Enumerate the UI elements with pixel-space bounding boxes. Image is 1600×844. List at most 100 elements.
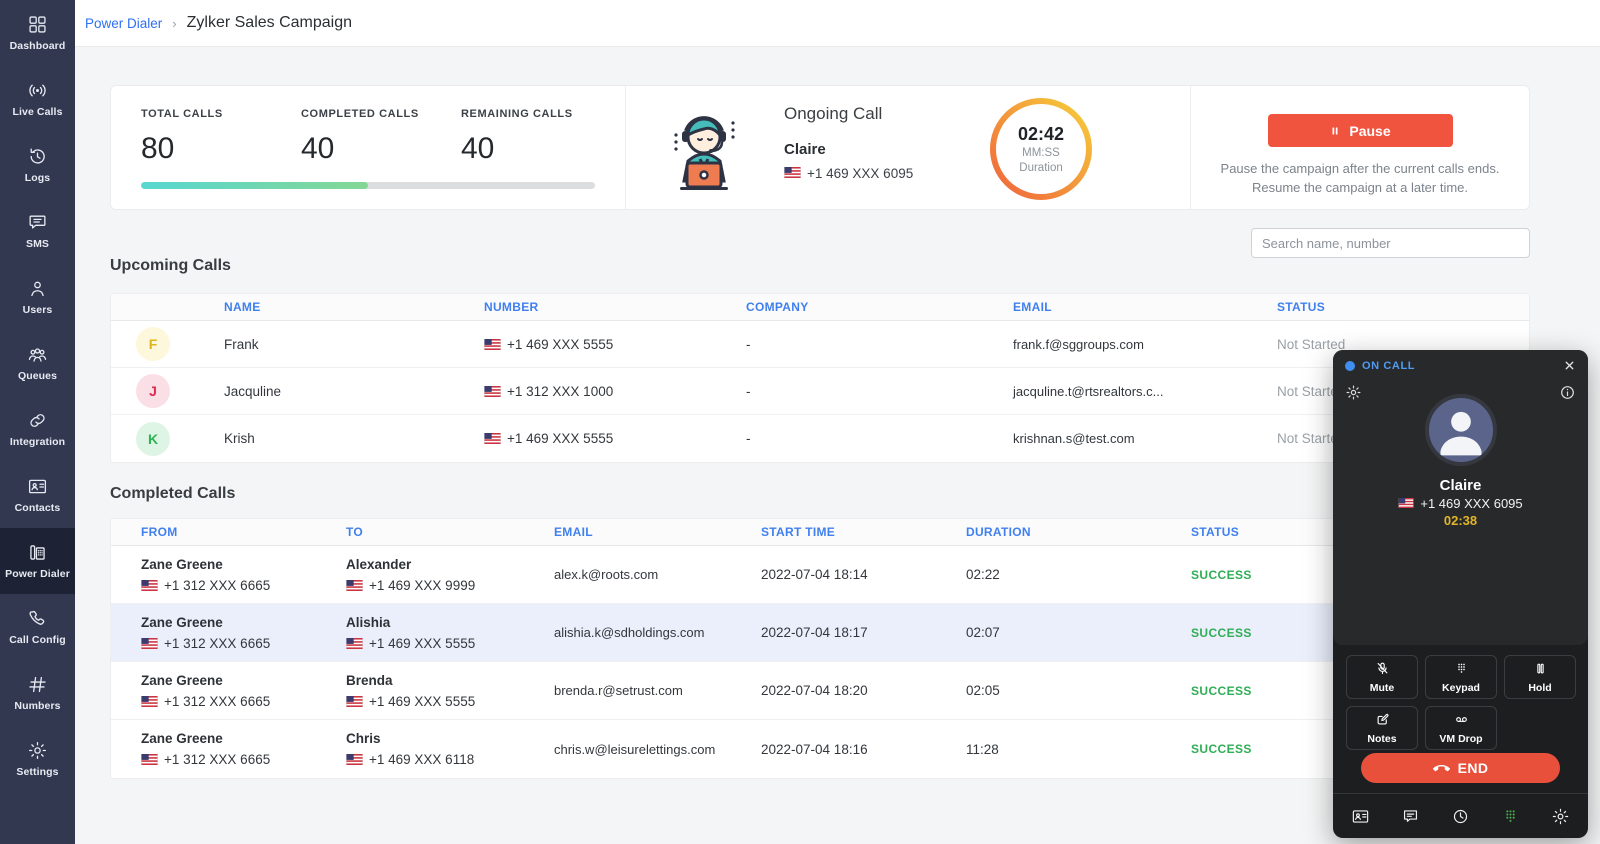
table-row[interactable]: J Jacquline+1 312 XXX 1000-jacquline.t@rt…	[111, 368, 1529, 415]
call-stats-section: TOTAL CALLS 80 COMPLETED CALLS 40 REMAIN…	[111, 86, 626, 209]
contact-company: -	[746, 431, 1013, 446]
table-row[interactable]: FFrank+1 469 XXX 5555-frank.f@sggroups.c…	[111, 321, 1529, 368]
timer-value: 02:42	[1018, 124, 1064, 145]
on-call-status-label: ON CALL	[1362, 360, 1563, 372]
table-row[interactable]: Zane Greene+1 312 XXX 6665Alexander+1 46…	[111, 546, 1529, 604]
table-row[interactable]: KKrish+1 469 XXX 5555-krishnan.s@test.co…	[111, 415, 1529, 462]
sidebar-item-numbers[interactable]: Numbers	[0, 660, 75, 726]
from-cell: Zane Greene+1 312 XXX 6665	[111, 731, 346, 767]
call-end-icon	[1433, 760, 1450, 777]
avatar: J	[136, 374, 170, 408]
completed-calls-heading: Completed Calls	[110, 485, 235, 503]
table-row[interactable]: Zane Greene+1 312 XXX 6665Alishia+1 469 …	[111, 604, 1529, 662]
contact-card-icon[interactable]	[1351, 807, 1370, 826]
contact-name: Frank	[224, 337, 484, 352]
completed-calls-table: FROMTOEMAILSTART TIMEDURATIONSTATUS Zane…	[110, 518, 1530, 779]
call-settings-gear-icon[interactable]	[1345, 384, 1362, 406]
on-call-caller-number: +1 469 XXX 6095	[1420, 496, 1522, 511]
pause-icon	[1329, 125, 1341, 137]
end-call-button[interactable]: END	[1361, 753, 1560, 783]
call-agent-illustration-icon	[654, 99, 754, 204]
call-duration: 02:22	[966, 567, 1191, 582]
contact-number: +1 312 XXX 1000	[484, 384, 746, 399]
sidebar-item-label: Call Config	[9, 634, 66, 646]
contact-email: krishnan.s@test.com	[1013, 431, 1277, 446]
stat-completed-calls: COMPLETED CALLS 40	[301, 108, 461, 166]
sidebar-item-label: Settings	[16, 766, 58, 778]
clock-icon[interactable]	[1451, 807, 1470, 826]
upcoming-calls-table: NAMENUMBERCOMPANYEMAILSTATUS FFrank+1 46…	[110, 293, 1530, 463]
sidebar-item-label: Queues	[18, 370, 57, 382]
sidebar-item-contacts[interactable]: Contacts	[0, 462, 75, 528]
contact-number: +1 469 XXX 5555	[484, 431, 746, 446]
sidebar-item-label: Dashboard	[10, 40, 66, 52]
info-icon[interactable]	[1559, 384, 1576, 406]
sidebar-item-dashboard[interactable]: Dashboard	[0, 0, 75, 66]
sidebar-item-live-calls[interactable]: Live Calls	[0, 66, 75, 132]
us-flag-icon	[784, 166, 801, 181]
table-row[interactable]: Zane Greene+1 312 XXX 6665Brenda+1 469 X…	[111, 662, 1529, 720]
search-input[interactable]	[1251, 228, 1530, 258]
sidebar-item-call-config[interactable]: Call Config	[0, 594, 75, 660]
sidebar-item-users[interactable]: Users	[0, 264, 75, 330]
sidebar-item-sms[interactable]: SMS	[0, 198, 75, 264]
notes-button[interactable]: Notes	[1346, 706, 1418, 750]
to-cell: Chris+1 469 XXX 6118	[346, 731, 554, 767]
on-call-caller-card: ON CALL Claire +1 469 XXX 6095 02:38	[1333, 350, 1588, 645]
sidebar-item-queues[interactable]: Queues	[0, 330, 75, 396]
close-icon[interactable]	[1563, 359, 1576, 372]
contact-email: jacquline.t@rtsrealtors.c...	[1013, 384, 1277, 399]
gear-icon[interactable]	[1551, 807, 1570, 826]
avatar: K	[136, 422, 170, 456]
pause-campaign-section: Pause Pause the campaign after the curre…	[1191, 86, 1529, 209]
column-header: FROM	[111, 525, 346, 539]
sidebar-item-integration[interactable]: Integration	[0, 396, 75, 462]
call-duration: 02:05	[966, 683, 1191, 698]
keypad-grid-icon[interactable]	[1501, 807, 1520, 826]
contact-company: -	[746, 384, 1013, 399]
caller-avatar	[1425, 394, 1497, 466]
contact-name: Jacquline	[224, 384, 484, 399]
grid-icon	[27, 14, 48, 35]
breadcrumb-separator: ›	[172, 16, 176, 31]
sidebar-item-label: Users	[23, 304, 53, 316]
hash-icon	[27, 674, 48, 695]
user-icon	[27, 278, 48, 299]
queues-icon	[27, 344, 48, 365]
notes-icon	[1375, 712, 1390, 730]
pause-button[interactable]: Pause	[1268, 114, 1453, 147]
desk-phone-icon	[27, 542, 48, 563]
start-time: 2022-07-04 18:17	[761, 625, 966, 640]
sms-icon	[27, 212, 48, 233]
ongoing-call-title: Ongoing Call	[784, 104, 913, 124]
chat-icon[interactable]	[1401, 807, 1420, 826]
stat-remaining-calls: REMAINING CALLS 40	[461, 108, 621, 166]
on-call-status-dot	[1345, 361, 1355, 371]
vm-drop-button[interactable]: VM Drop	[1425, 706, 1497, 750]
contact-number: +1 469 XXX 5555	[484, 337, 746, 352]
breadcrumb-power-dialer[interactable]: Power Dialer	[85, 16, 162, 31]
page-title: Zylker Sales Campaign	[187, 14, 352, 32]
sidebar-item-logs[interactable]: Logs	[0, 132, 75, 198]
mute-button[interactable]: Mute	[1346, 655, 1418, 699]
avatar: F	[136, 327, 170, 361]
table-row[interactable]: Zane Greene+1 312 XXX 6665Chris+1 469 XX…	[111, 720, 1529, 778]
contact-email: alishia.k@sdholdings.com	[554, 625, 761, 640]
start-time: 2022-07-04 18:16	[761, 742, 966, 757]
vm-drop-icon	[1454, 712, 1469, 730]
phone-icon	[27, 608, 48, 629]
column-header: STATUS	[1277, 300, 1529, 314]
sidebar: Dashboard Live Calls Logs SMS Users Queues Int…	[0, 0, 75, 844]
column-header: NAME	[224, 300, 484, 314]
keypad-button[interactable]: Keypad	[1425, 655, 1497, 699]
sidebar-item-power-dialer[interactable]: Power Dialer	[0, 528, 75, 594]
topbar: Power Dialer › Zylker Sales Campaign	[75, 0, 1600, 47]
sidebar-item-label: Logs	[25, 172, 50, 184]
sidebar-item-settings[interactable]: Settings	[0, 726, 75, 792]
hold-button[interactable]: Hold	[1504, 655, 1576, 699]
sidebar-item-label: Live Calls	[12, 106, 62, 118]
start-time: 2022-07-04 18:20	[761, 683, 966, 698]
sidebar-item-label: Integration	[10, 436, 65, 448]
sidebar-item-label: Power Dialer	[5, 568, 70, 580]
from-cell: Zane Greene+1 312 XXX 6665	[111, 615, 346, 651]
